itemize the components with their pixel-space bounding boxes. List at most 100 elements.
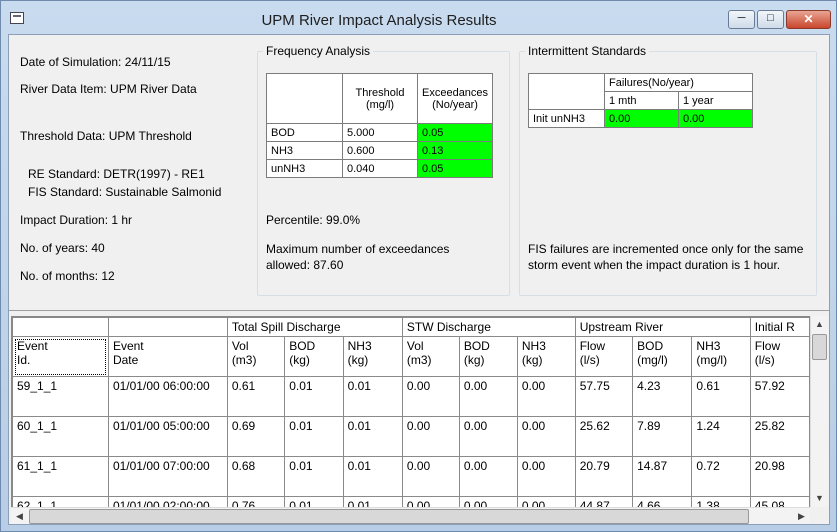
- cell[interactable]: 0.01: [342, 456, 403, 497]
- minimize-button[interactable]: ─: [728, 10, 755, 29]
- column-header-event-id[interactable]: Event Id.: [12, 336, 109, 377]
- results-table[interactable]: Total Spill Discharge STW Discharge Upst…: [12, 317, 810, 507]
- threshold-cell[interactable]: 0.600: [342, 141, 418, 160]
- horizontal-scrollbar[interactable]: ◀ ▶: [11, 507, 810, 524]
- cell[interactable]: 0.00: [516, 496, 576, 507]
- cell[interactable]: 57.92: [749, 376, 810, 417]
- vertical-scroll-thumb[interactable]: [812, 334, 827, 360]
- maximize-button[interactable]: □: [757, 10, 784, 29]
- cell[interactable]: 0.01: [284, 376, 344, 417]
- cell[interactable]: 0.01: [284, 416, 344, 457]
- scroll-down-icon[interactable]: ▼: [811, 490, 828, 507]
- threshold-cell[interactable]: 5.000: [342, 123, 418, 142]
- cell[interactable]: 0.00: [401, 496, 460, 507]
- cell[interactable]: 0.00: [458, 496, 518, 507]
- cell[interactable]: 4.23: [632, 376, 693, 417]
- cell[interactable]: 0.00: [401, 456, 460, 497]
- scroll-left-icon[interactable]: ◀: [11, 508, 28, 525]
- one-month-cell: 0.00: [604, 109, 679, 128]
- cell[interactable]: 0.00: [401, 416, 460, 457]
- cell[interactable]: 0.01: [342, 496, 403, 507]
- cell[interactable]: 0.00: [516, 376, 576, 417]
- one-month-header: 1 mth: [604, 91, 679, 110]
- table-row[interactable]: Init unNH3 0.00 0.00: [528, 109, 753, 128]
- column-header-spill-nh3[interactable]: NH3 (kg): [342, 336, 403, 377]
- cell[interactable]: 0.00: [516, 456, 576, 497]
- table-row[interactable]: NH3 0.600 0.13: [266, 141, 494, 160]
- frequency-header-blank: [266, 73, 343, 124]
- intermittent-table[interactable]: Failures(No/year) 1 mth 1 year Init unNH…: [528, 73, 753, 128]
- cell[interactable]: 0.72: [691, 456, 751, 497]
- cell[interactable]: 25.82: [749, 416, 810, 457]
- cell[interactable]: 0.61: [691, 376, 751, 417]
- scroll-corner: [810, 507, 828, 524]
- threshold-cell[interactable]: 0.040: [342, 159, 418, 178]
- column-header-spill-bod[interactable]: BOD (kg): [284, 336, 344, 377]
- group-header-upstream[interactable]: Upstream River: [574, 317, 751, 337]
- frequency-table[interactable]: Threshold (mg/l) Exceedances (No/year) B…: [266, 73, 494, 178]
- cell[interactable]: 0.01: [342, 416, 403, 457]
- table-row[interactable]: 59_1_1 01/01/00 06:00:00 0.61 0.01 0.01 …: [12, 376, 810, 417]
- cell[interactable]: 01/01/00 02:00:00: [107, 496, 228, 507]
- scroll-right-icon[interactable]: ▶: [793, 508, 810, 525]
- column-header-initial-flow[interactable]: Flow (l/s): [749, 336, 810, 377]
- vertical-scrollbar[interactable]: ▲ ▼: [810, 316, 828, 507]
- cell[interactable]: 0.76: [226, 496, 286, 507]
- scroll-up-icon[interactable]: ▲: [811, 316, 828, 333]
- cell[interactable]: 61_1_1: [12, 456, 109, 497]
- results-grid[interactable]: Total Spill Discharge STW Discharge Upst…: [11, 316, 810, 507]
- cell[interactable]: 01/01/00 05:00:00: [107, 416, 228, 457]
- cell[interactable]: 0.00: [516, 416, 576, 457]
- dialog-client-area: Date of Simulation: 24/11/15 River Data …: [8, 34, 830, 525]
- cell[interactable]: 01/01/00 07:00:00: [107, 456, 228, 497]
- cell[interactable]: 57.75: [574, 376, 634, 417]
- cell[interactable]: 59_1_1: [12, 376, 109, 417]
- close-button[interactable]: ✕: [786, 10, 831, 29]
- column-header-event-date[interactable]: Event Date: [107, 336, 228, 377]
- column-header-stw-nh3[interactable]: NH3 (kg): [516, 336, 576, 377]
- table-row[interactable]: 61_1_1 01/01/00 07:00:00 0.68 0.01 0.01 …: [12, 456, 810, 497]
- column-header-stw-bod[interactable]: BOD (kg): [458, 336, 518, 377]
- column-header-stw-vol[interactable]: Vol (m3): [401, 336, 460, 377]
- cell[interactable]: 25.62: [574, 416, 634, 457]
- column-header-spill-vol[interactable]: Vol (m3): [226, 336, 286, 377]
- cell[interactable]: 01/01/00 06:00:00: [107, 376, 228, 417]
- cell[interactable]: 0.69: [226, 416, 286, 457]
- cell[interactable]: 14.87: [632, 456, 693, 497]
- group-header-stw[interactable]: STW Discharge: [401, 317, 576, 337]
- frequency-header-exceedances: Exceedances (No/year): [416, 73, 494, 124]
- column-header-upstream-bod[interactable]: BOD (mg/l): [632, 336, 693, 377]
- cell[interactable]: 4.66: [632, 496, 693, 507]
- column-header-upstream-nh3[interactable]: NH3 (mg/l): [691, 336, 751, 377]
- column-header-upstream-flow[interactable]: Flow (l/s): [574, 336, 634, 377]
- title-bar[interactable]: UPM River Impact Analysis Results ─ □ ✕: [1, 1, 836, 35]
- cell[interactable]: 20.98: [749, 456, 810, 497]
- cell[interactable]: 45.08: [749, 496, 810, 507]
- cell[interactable]: 0.00: [401, 376, 460, 417]
- fis-failures-note: FIS failures are incremented once only f…: [528, 242, 804, 272]
- cell[interactable]: 7.89: [632, 416, 693, 457]
- cell[interactable]: 0.01: [284, 496, 344, 507]
- cell[interactable]: 1.24: [691, 416, 751, 457]
- table-row[interactable]: 60_1_1 01/01/00 05:00:00 0.69 0.01 0.01 …: [12, 416, 810, 457]
- cell[interactable]: 0.00: [458, 416, 518, 457]
- cell[interactable]: 62_1_1: [12, 496, 109, 507]
- horizontal-scroll-thumb[interactable]: [29, 509, 749, 524]
- cell[interactable]: 0.61: [226, 376, 286, 417]
- cell[interactable]: 0.01: [284, 456, 344, 497]
- group-header-total-spill[interactable]: Total Spill Discharge: [226, 317, 403, 337]
- cell[interactable]: 0.68: [226, 456, 286, 497]
- cell[interactable]: 1.38: [691, 496, 751, 507]
- table-row[interactable]: 62_1_1 01/01/00 02:00:00 0.76 0.01 0.01 …: [12, 496, 810, 507]
- group-header-initial[interactable]: Initial R: [749, 317, 810, 337]
- cell[interactable]: 20.79: [574, 456, 634, 497]
- one-year-header: 1 year: [678, 91, 753, 110]
- cell[interactable]: 0.00: [458, 456, 518, 497]
- cell[interactable]: 0.00: [458, 376, 518, 417]
- splitter[interactable]: [9, 310, 829, 311]
- table-row[interactable]: BOD 5.000 0.05: [266, 123, 494, 142]
- cell[interactable]: 44.87: [574, 496, 634, 507]
- cell[interactable]: 0.01: [342, 376, 403, 417]
- table-row[interactable]: unNH3 0.040 0.05: [266, 159, 494, 178]
- cell[interactable]: 60_1_1: [12, 416, 109, 457]
